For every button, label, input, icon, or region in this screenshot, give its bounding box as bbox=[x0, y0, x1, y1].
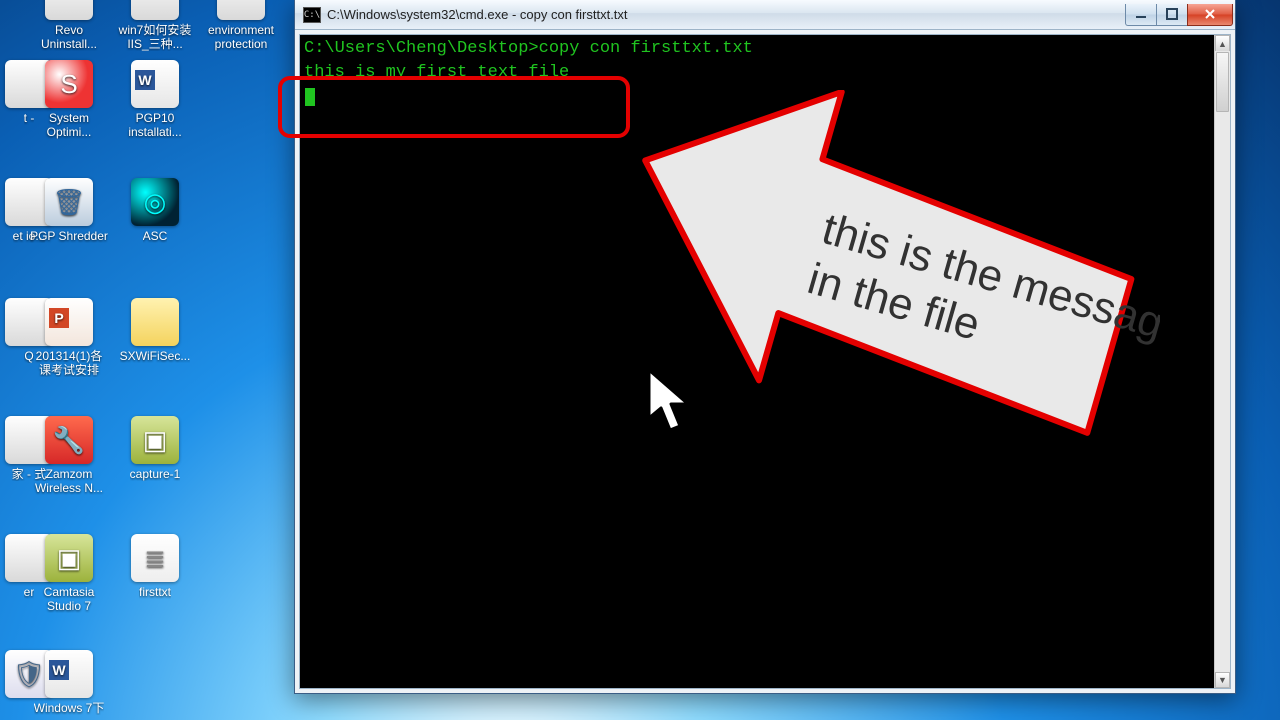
minimize-button[interactable] bbox=[1125, 4, 1157, 26]
file-icon bbox=[131, 60, 179, 108]
scroll-down-button[interactable]: ▼ bbox=[1215, 672, 1230, 688]
file-icon: ▣ bbox=[45, 534, 93, 582]
desktop-icon-label: ASC bbox=[143, 229, 168, 243]
titlebar[interactable]: C:\ C:\Windows\system32\cmd.exe - copy c… bbox=[295, 0, 1235, 30]
desktop-icon-label: SXWiFiSec... bbox=[120, 349, 191, 363]
file-icon: ≣ bbox=[131, 534, 179, 582]
desktop-icon-label: PGP Shredder bbox=[30, 229, 108, 243]
file-icon bbox=[217, 0, 265, 20]
desktop-icon[interactable]: PGP10 installati... bbox=[116, 60, 194, 139]
file-icon bbox=[45, 298, 93, 346]
desktop-icon-label: 201314(1)各课考试安排 bbox=[30, 349, 108, 377]
maximize-button[interactable] bbox=[1156, 4, 1188, 26]
file-icon bbox=[131, 298, 179, 346]
file-icon bbox=[45, 0, 93, 20]
desktop-icon-label: Revo Uninstall... bbox=[30, 23, 108, 51]
close-button[interactable] bbox=[1187, 4, 1233, 26]
desktop-icon-label: win7如何安装IIS_三种... bbox=[116, 23, 194, 51]
console-command: copy con firsttxt.txt bbox=[539, 39, 753, 58]
desktop-icon[interactable]: ◎ ASC bbox=[116, 178, 194, 243]
file-icon: ▣ bbox=[131, 416, 179, 464]
file-icon: S bbox=[45, 60, 93, 108]
text-cursor bbox=[305, 88, 315, 106]
window-title: C:\Windows\system32\cmd.exe - copy con f… bbox=[327, 7, 628, 22]
cmd-icon: C:\ bbox=[303, 7, 321, 23]
window-buttons bbox=[1126, 4, 1233, 26]
desktop-icon[interactable]: 🗑 PGP Shredder bbox=[30, 178, 108, 243]
desktop-icon-label: Camtasia Studio 7 bbox=[30, 585, 108, 613]
desktop-icon[interactable]: S System Optimi... bbox=[30, 60, 108, 139]
console-line: this is my first text file bbox=[304, 63, 569, 82]
vertical-scrollbar[interactable]: ▲ ▼ bbox=[1214, 35, 1230, 688]
desktop-icon[interactable]: environment protection bbox=[202, 0, 280, 51]
desktop-icon[interactable]: Windows 7下 bbox=[30, 650, 108, 715]
desktop-icon-label: Zamzom Wireless N... bbox=[30, 467, 108, 495]
console-prompt: C:\Users\Cheng\Desktop> bbox=[304, 39, 539, 58]
desktop-icon-label: environment protection bbox=[202, 23, 280, 51]
desktop-icon-label: PGP10 installati... bbox=[116, 111, 194, 139]
file-icon: 🔧 bbox=[45, 416, 93, 464]
desktop-icon[interactable]: win7如何安装IIS_三种... bbox=[116, 0, 194, 51]
console-area[interactable]: C:\Users\Cheng\Desktop>copy con firsttxt… bbox=[300, 35, 1214, 688]
desktop-icon[interactable]: Revo Uninstall... bbox=[30, 0, 108, 51]
desktop-icon[interactable]: 201314(1)各课考试安排 bbox=[30, 298, 108, 377]
scroll-up-button[interactable]: ▲ bbox=[1215, 35, 1230, 51]
desktop-icon-label: Windows 7下 bbox=[34, 701, 105, 715]
desktop-icon[interactable]: ▣ Camtasia Studio 7 bbox=[30, 534, 108, 613]
cmd-window: C:\ C:\Windows\system32\cmd.exe - copy c… bbox=[294, 0, 1236, 694]
file-icon bbox=[45, 650, 93, 698]
file-icon: 🗑 bbox=[45, 178, 93, 226]
desktop-icon[interactable]: ▣ capture-1 bbox=[116, 416, 194, 481]
desktop-icon[interactable]: 🔧 Zamzom Wireless N... bbox=[30, 416, 108, 495]
desktop-icon-label: System Optimi... bbox=[30, 111, 108, 139]
desktop-icon[interactable]: ≣ firsttxt bbox=[116, 534, 194, 599]
scroll-thumb[interactable] bbox=[1216, 52, 1229, 112]
file-icon bbox=[131, 0, 179, 20]
desktop-icon-label: firsttxt bbox=[139, 585, 171, 599]
file-icon: ◎ bbox=[131, 178, 179, 226]
desktop-icon-label: capture-1 bbox=[130, 467, 181, 481]
desktop-icon[interactable]: SXWiFiSec... bbox=[116, 298, 194, 363]
window-client: C:\Users\Cheng\Desktop>copy con firsttxt… bbox=[299, 34, 1231, 689]
